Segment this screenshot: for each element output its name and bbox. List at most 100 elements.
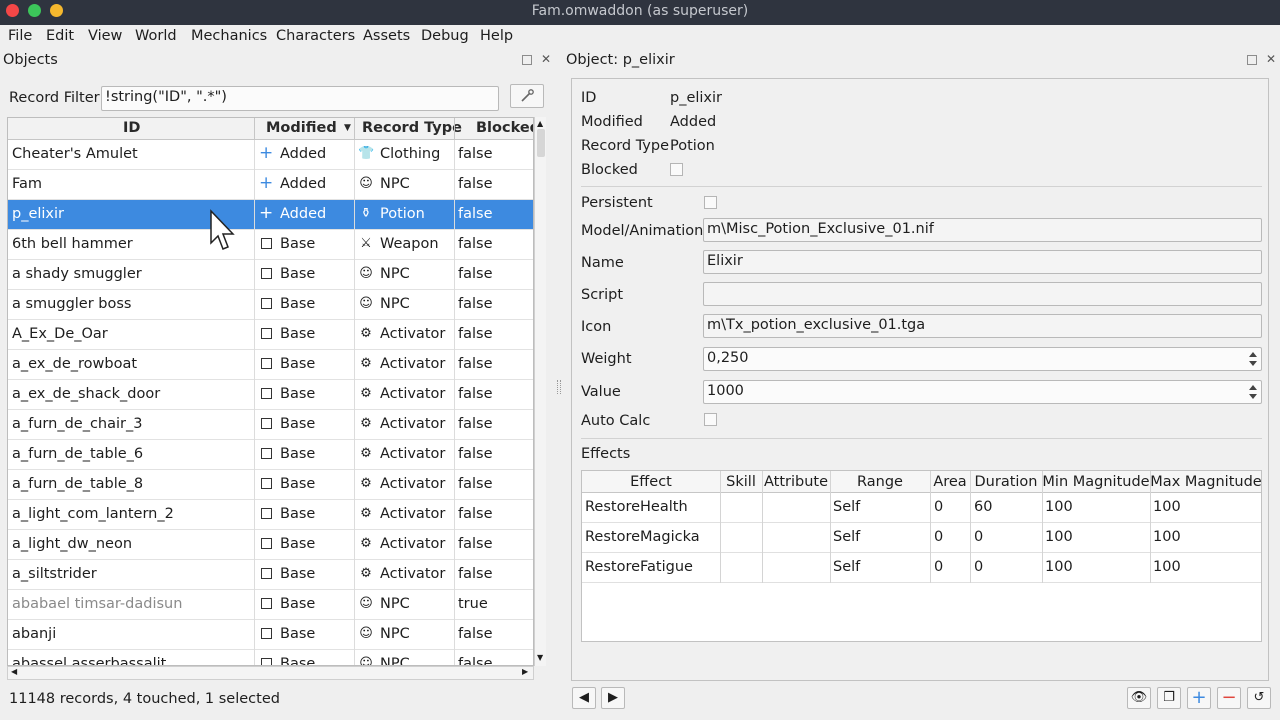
splitter-handle[interactable] [557, 380, 561, 394]
square-icon [259, 476, 273, 492]
objects-table[interactable]: ID Modified ▼ Record Type Blocked Cheate… [7, 117, 534, 666]
table-row[interactable]: a_siltstrider Base ⚙ Activator false [8, 560, 533, 590]
script-field[interactable] [703, 282, 1262, 306]
menu-view[interactable]: View [88, 28, 122, 44]
table-row[interactable]: a_light_com_lantern_2 Base ⚙ Activator false [8, 500, 533, 530]
next-button[interactable]: ▶ [601, 687, 625, 709]
column-record-type[interactable]: Record Type [362, 120, 462, 136]
add-button[interactable]: + [1187, 687, 1211, 709]
column-min-magnitude[interactable]: Min Magnitude [1042, 474, 1150, 490]
row-id: a_ex_de_rowboat [12, 356, 138, 372]
column-range[interactable]: Range [830, 474, 930, 490]
effect-row[interactable]: RestoreHealth Self 0 60 100 100 [582, 493, 1261, 523]
float-panel-icon[interactable] [1247, 55, 1257, 65]
menu-characters[interactable]: Characters [276, 28, 355, 44]
menu-help[interactable]: Help [480, 28, 513, 44]
table-row[interactable]: a_light_dw_neon Base ⚙ Activator false [8, 530, 533, 560]
blocked-checkbox[interactable] [670, 163, 683, 176]
effect-max-cell: 100 [1153, 559, 1181, 575]
table-row[interactable]: abanji Base ☺ NPC false [8, 620, 533, 650]
table-row[interactable]: p_elixir + Added ⚱ Potion false [8, 200, 533, 230]
menu-assets[interactable]: Assets [363, 28, 410, 44]
objects-horizontal-scrollbar[interactable]: ◀ ▶ [7, 666, 534, 680]
table-row[interactable]: a_furn_de_table_8 Base ⚙ Activator false [8, 470, 533, 500]
row-modified: Base [280, 326, 316, 342]
row-id: Fam [12, 176, 43, 192]
column-modified[interactable]: Modified [266, 120, 337, 136]
icon-field[interactable]: m\Tx_potion_exclusive_01.tga [703, 314, 1262, 338]
table-row[interactable]: Fam + Added ☺ NPC false [8, 170, 533, 200]
auto-calc-checkbox[interactable] [704, 413, 717, 426]
table-row[interactable]: a_furn_de_table_6 Base ⚙ Activator false [8, 440, 533, 470]
row-record-type: NPC [380, 266, 410, 282]
table-row[interactable]: a_furn_de_chair_3 Base ⚙ Activator false [8, 410, 533, 440]
column-duration[interactable]: Duration [970, 474, 1042, 490]
delete-button[interactable]: − [1217, 687, 1241, 709]
table-row[interactable]: Cheater's Amulet + Added 👕 Clothing false [8, 140, 533, 170]
close-panel-icon[interactable]: ✕ [1266, 52, 1276, 66]
step-up-icon[interactable] [1249, 352, 1257, 357]
scroll-up-icon[interactable]: ▲ [537, 119, 543, 128]
effect-row[interactable]: RestoreFatigue Self 0 0 100 100 [582, 553, 1261, 583]
column-effect[interactable]: Effect [582, 474, 720, 490]
row-blocked: true [458, 596, 488, 612]
step-up-icon[interactable] [1249, 385, 1257, 390]
menu-edit[interactable]: Edit [46, 28, 74, 44]
weight-stepper[interactable] [1247, 347, 1259, 371]
objects-vertical-scrollbar[interactable]: ▲ ▼ [534, 117, 546, 666]
view-button[interactable]: 👁 [1127, 687, 1151, 709]
row-record-type: Potion [380, 206, 425, 222]
row-modified: Base [280, 296, 316, 312]
table-row[interactable]: a shady smuggler Base ☺ NPC false [8, 260, 533, 290]
effects-table[interactable]: Effect Skill Attribute Range Area Durati… [581, 470, 1262, 642]
persistent-checkbox[interactable] [704, 196, 717, 209]
table-row[interactable]: A_Ex_De_Oar Base ⚙ Activator false [8, 320, 533, 350]
column-attribute[interactable]: Attribute [762, 474, 830, 490]
table-row[interactable]: ababael timsar-dadisun Base ☺ NPC true [8, 590, 533, 620]
menu-mechanics[interactable]: Mechanics [191, 28, 267, 44]
scroll-down-icon[interactable]: ▼ [537, 653, 543, 662]
column-divider [762, 471, 763, 583]
header-separator [254, 118, 255, 140]
row-record-type: Clothing [380, 146, 441, 162]
gear-icon: ⚙ [360, 356, 372, 371]
step-down-icon[interactable] [1249, 361, 1257, 366]
weight-spinbox[interactable]: 0,250 [703, 347, 1262, 371]
column-blocked[interactable]: Blocked [476, 120, 533, 136]
value-spinbox[interactable]: 1000 [703, 380, 1262, 404]
effect-min-cell: 100 [1045, 499, 1073, 515]
status-text: 11148 records, 4 touched, 1 selected [9, 691, 280, 707]
filter-edit-button[interactable] [510, 84, 544, 108]
step-down-icon[interactable] [1249, 394, 1257, 399]
table-row[interactable]: a_ex_de_rowboat Base ⚙ Activator false [8, 350, 533, 380]
previous-button[interactable]: ◀ [572, 687, 596, 709]
window-titlebar: Fam.omwaddon (as superuser) [0, 0, 1280, 25]
column-max-magnitude[interactable]: Max Magnitude [1150, 474, 1262, 490]
float-panel-icon[interactable] [522, 55, 532, 65]
menu-world[interactable]: World [135, 28, 177, 44]
table-row[interactable]: abassel asserbassalit Base ☺ NPC false [8, 650, 533, 665]
column-area[interactable]: Area [930, 474, 970, 490]
menu-debug[interactable]: Debug [421, 28, 469, 44]
record-type-label: Record Type [581, 138, 670, 154]
column-id[interactable]: ID [123, 120, 140, 136]
close-panel-icon[interactable]: ✕ [541, 52, 551, 66]
clone-button[interactable]: ❐ [1157, 687, 1181, 709]
table-row[interactable]: 6th bell hammer Base ⚔ Weapon false [8, 230, 533, 260]
shirt-icon: 👕 [358, 146, 375, 161]
revert-button[interactable]: ↺ [1247, 687, 1271, 709]
table-row[interactable]: a smuggler boss Base ☺ NPC false [8, 290, 533, 320]
scroll-right-icon[interactable]: ▶ [522, 667, 528, 676]
effect-row[interactable]: RestoreMagicka Self 0 0 100 100 [582, 523, 1261, 553]
table-row[interactable]: a_ex_de_shack_door Base ⚙ Activator false [8, 380, 533, 410]
name-field[interactable]: Elixir [703, 250, 1262, 274]
record-filter-input[interactable]: !string("ID", ".*") [101, 86, 499, 111]
scrollbar-thumb[interactable] [537, 129, 545, 157]
column-skill[interactable]: Skill [720, 474, 762, 490]
scroll-left-icon[interactable]: ◀ [11, 667, 17, 676]
window-title: Fam.omwaddon (as superuser) [531, 3, 749, 19]
row-blocked: false [458, 386, 493, 402]
menu-file[interactable]: File [8, 28, 32, 44]
value-stepper[interactable] [1247, 380, 1259, 404]
model-field[interactable]: m\Misc_Potion_Exclusive_01.nif [703, 218, 1262, 242]
